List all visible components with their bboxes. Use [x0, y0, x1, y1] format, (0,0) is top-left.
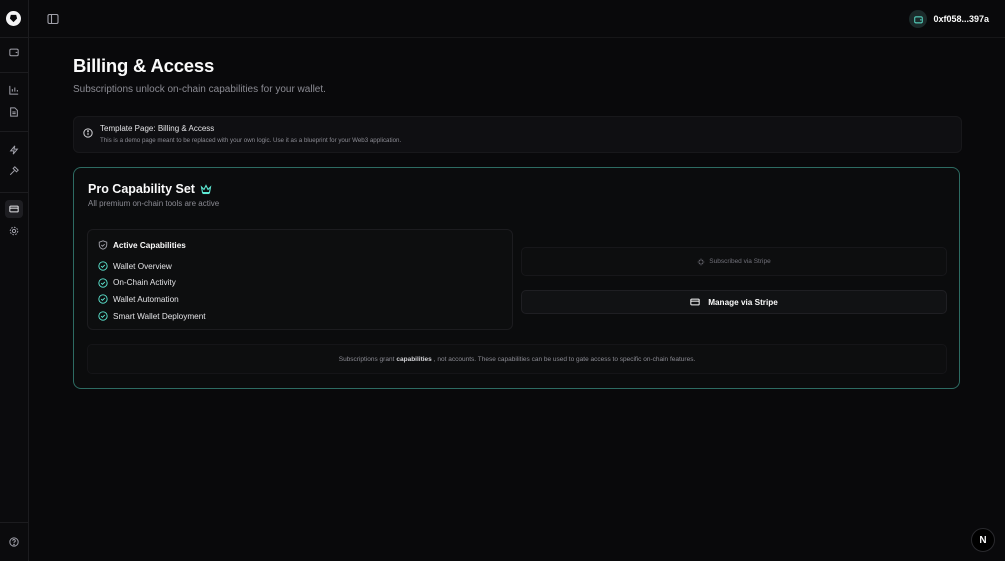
billing-nav-icon[interactable] — [5, 200, 23, 218]
capabilities-heading: Active Capabilities — [98, 240, 186, 250]
sparkle-icon — [697, 258, 705, 265]
crown-icon — [200, 184, 212, 195]
card-title-text: Pro Capability Set — [88, 182, 195, 196]
dev-tools-badge[interactable]: N — [971, 528, 995, 552]
topbar: 0xf058...397a — [29, 0, 1005, 38]
list-item: On-Chain Activity — [98, 275, 206, 292]
sidebar — [0, 0, 29, 561]
help-nav-icon[interactable] — [6, 534, 22, 550]
wallet-nav-icon[interactable] — [6, 44, 22, 60]
wallet-icon — [909, 10, 928, 28]
notice-description: This is a demo page meant to be replaced… — [100, 137, 402, 144]
settings-nav-icon[interactable] — [6, 223, 22, 239]
manage-stripe-button[interactable]: Manage via Stripe — [521, 290, 947, 314]
capabilities-footnote: Subscriptions grant capabilities , not a… — [87, 344, 947, 374]
notice-title: Template Page: Billing & Access — [100, 124, 215, 133]
footnote-prefix: Subscriptions grant — [338, 355, 395, 363]
bolt-nav-icon[interactable] — [6, 142, 22, 158]
wallet-address: 0xf058...397a — [933, 14, 989, 24]
wallet-button[interactable]: 0xf058...397a — [909, 9, 989, 29]
credit-card-icon — [690, 298, 700, 306]
info-icon — [83, 125, 93, 138]
check-circle-icon — [98, 294, 108, 305]
page-subtitle: Subscriptions unlock on-chain capabiliti… — [73, 84, 326, 95]
capability-label: Wallet Automation — [113, 294, 179, 304]
document-nav-icon[interactable] — [6, 104, 22, 120]
card-title: Pro Capability Set — [88, 182, 212, 196]
page-title: Billing & Access — [73, 55, 215, 76]
capability-label: Smart Wallet Deployment — [113, 311, 206, 321]
subscribed-status: Subscribed via Stripe — [521, 247, 947, 276]
capability-label: Wallet Overview — [113, 261, 172, 271]
app-logo-icon[interactable] — [6, 11, 21, 26]
list-item: Wallet Overview — [98, 258, 206, 275]
capability-label: On-Chain Activity — [113, 278, 176, 288]
capability-list: Wallet Overview On-Chain Activity Wallet… — [98, 258, 206, 324]
list-item: Smart Wallet Deployment — [98, 308, 206, 325]
capability-card: Pro Capability Set All premium on-chain … — [73, 167, 960, 389]
list-item: Wallet Automation — [98, 291, 206, 308]
subscribed-label: Subscribed via Stripe — [709, 258, 771, 265]
template-notice: Template Page: Billing & Access This is … — [73, 116, 962, 153]
footnote-suffix: , not accounts. These capabilities can b… — [433, 355, 696, 363]
sidebar-toggle-icon[interactable] — [47, 12, 59, 25]
capabilities-panel: Active Capabilities Wallet Overview On-C… — [87, 229, 513, 330]
check-circle-icon — [98, 311, 108, 321]
hammer-nav-icon[interactable] — [6, 163, 22, 179]
shield-check-icon — [98, 240, 108, 250]
manage-stripe-label: Manage via Stripe — [708, 297, 778, 307]
check-circle-icon — [98, 261, 108, 271]
footnote-emphasis: capabilities — [396, 355, 432, 363]
chart-nav-icon[interactable] — [6, 82, 22, 98]
card-subtitle: All premium on-chain tools are active — [88, 199, 220, 208]
capabilities-heading-text: Active Capabilities — [113, 240, 186, 250]
check-circle-icon — [98, 278, 108, 288]
